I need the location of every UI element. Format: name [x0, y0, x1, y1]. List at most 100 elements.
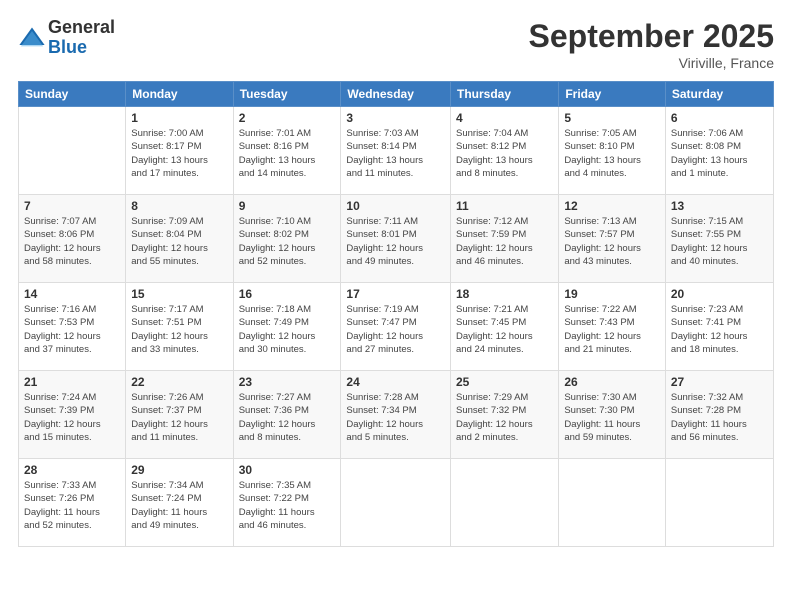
cell-w2-d0: 7Sunrise: 7:07 AM Sunset: 8:06 PM Daylig… [19, 195, 126, 283]
day-number-29: 29 [131, 463, 227, 477]
day-info-10: Sunrise: 7:11 AM Sunset: 8:01 PM Dayligh… [346, 215, 445, 268]
month-title: September 2025 [529, 18, 774, 55]
day-number-24: 24 [346, 375, 445, 389]
cell-w4-d3: 24 Sunrise: 7:28 AM Sunset: 7:34 PM Dayli… [341, 371, 451, 459]
day-info-27: Sunrise: 7:32 AM Sunset: 7:28 PM Dayligh… [671, 391, 768, 444]
location: Viriville, France [529, 55, 774, 71]
col-saturday: Saturday [665, 82, 773, 107]
day-number-20: 20 [671, 287, 768, 301]
cell-w5-d4 [451, 459, 559, 547]
day-number-22: 22 [131, 375, 227, 389]
day-info-29: Sunrise: 7:34 AM Sunset: 7:24 PM Dayligh… [131, 479, 227, 532]
cell-w5-d5 [559, 459, 666, 547]
day-info-5: Sunrise: 7:05 AM Sunset: 8:10 PM Dayligh… [564, 127, 660, 180]
cell-w4-d2: 23 Sunrise: 7:27 AM Sunset: 7:36 PM Dayli… [233, 371, 341, 459]
day-info-22: Sunrise: 7:26 AM Sunset: 7:37 PM Dayligh… [131, 391, 227, 444]
cell-w1-d6: 6 Sunrise: 7:06 AM Sunset: 8:08 PM Daylig… [665, 107, 773, 195]
day-info-19: Sunrise: 7:22 AM Sunset: 7:43 PM Dayligh… [564, 303, 660, 356]
day-number-5: 5 [564, 111, 660, 125]
day-number-26: 26 [564, 375, 660, 389]
cell-w3-d2: 16 Sunrise: 7:18 AM Sunset: 7:49 PM Dayli… [233, 283, 341, 371]
calendar-table: Sunday Monday Tuesday Wednesday Thursday… [18, 81, 774, 547]
day-info-18: Sunrise: 7:21 AM Sunset: 7:45 PM Dayligh… [456, 303, 553, 356]
page-header: General Blue September 2025 Viriville, F… [18, 18, 774, 71]
day-number-25: 25 [456, 375, 553, 389]
day-info-4: Sunrise: 7:04 AM Sunset: 8:12 PM Dayligh… [456, 127, 553, 180]
day-info-2: Sunrise: 7:01 AM Sunset: 8:16 PM Dayligh… [239, 127, 336, 180]
logo: General Blue [18, 18, 115, 58]
cell-w2-d5: 12Sunrise: 7:13 AM Sunset: 7:57 PM Dayli… [559, 195, 666, 283]
day-number-8: 8 [131, 199, 227, 213]
day-number-23: 23 [239, 375, 336, 389]
cell-w5-d6 [665, 459, 773, 547]
day-info-3: Sunrise: 7:03 AM Sunset: 8:14 PM Dayligh… [346, 127, 445, 180]
cell-w1-d4: 4 Sunrise: 7:04 AM Sunset: 8:12 PM Daylig… [451, 107, 559, 195]
day-number-30: 30 [239, 463, 336, 477]
cell-w3-d3: 17 Sunrise: 7:19 AM Sunset: 7:47 PM Dayli… [341, 283, 451, 371]
day-number-13: 13 [671, 199, 768, 213]
day-info-16: Sunrise: 7:18 AM Sunset: 7:49 PM Dayligh… [239, 303, 336, 356]
cell-w3-d5: 19Sunrise: 7:22 AM Sunset: 7:43 PM Dayli… [559, 283, 666, 371]
day-number-28: 28 [24, 463, 120, 477]
day-number-14: 14 [24, 287, 120, 301]
day-number-27: 27 [671, 375, 768, 389]
day-number-1: 1 [131, 111, 227, 125]
cell-w1-d3: 3 Sunrise: 7:03 AM Sunset: 8:14 PM Daylig… [341, 107, 451, 195]
day-number-3: 3 [346, 111, 445, 125]
title-block: September 2025 Viriville, France [529, 18, 774, 71]
logo-icon [18, 24, 46, 52]
week-row-5: 28 Sunrise: 7:33 AM Sunset: 7:26 PM Dayli… [19, 459, 774, 547]
cell-w5-d2: 30Sunrise: 7:35 AM Sunset: 7:22 PM Dayli… [233, 459, 341, 547]
col-friday: Friday [559, 82, 666, 107]
day-number-17: 17 [346, 287, 445, 301]
cell-w4-d1: 22 Sunrise: 7:26 AM Sunset: 7:37 PM Dayli… [126, 371, 233, 459]
day-info-14: Sunrise: 7:16 AM Sunset: 7:53 PM Dayligh… [24, 303, 120, 356]
cell-w5-d1: 29 Sunrise: 7:34 AM Sunset: 7:24 PM Dayli… [126, 459, 233, 547]
day-info-1: Sunrise: 7:00 AM Sunset: 8:17 PM Dayligh… [131, 127, 227, 180]
day-info-23: Sunrise: 7:27 AM Sunset: 7:36 PM Dayligh… [239, 391, 336, 444]
day-number-2: 2 [239, 111, 336, 125]
cell-w2-d3: 10 Sunrise: 7:11 AM Sunset: 8:01 PM Dayli… [341, 195, 451, 283]
cell-w2-d6: 13Sunrise: 7:15 AM Sunset: 7:55 PM Dayli… [665, 195, 773, 283]
col-thursday: Thursday [451, 82, 559, 107]
day-info-12: Sunrise: 7:13 AM Sunset: 7:57 PM Dayligh… [564, 215, 660, 268]
cell-w1-d2: 2 Sunrise: 7:01 AM Sunset: 8:16 PM Daylig… [233, 107, 341, 195]
day-number-15: 15 [131, 287, 227, 301]
day-info-9: Sunrise: 7:10 AM Sunset: 8:02 PM Dayligh… [239, 215, 336, 268]
cell-w4-d4: 25 Sunrise: 7:29 AM Sunset: 7:32 PM Dayli… [451, 371, 559, 459]
day-info-11: Sunrise: 7:12 AM Sunset: 7:59 PM Dayligh… [456, 215, 553, 268]
logo-blue-text: Blue [48, 38, 115, 58]
day-number-4: 4 [456, 111, 553, 125]
calendar-header-row: Sunday Monday Tuesday Wednesday Thursday… [19, 82, 774, 107]
day-number-11: 11 [456, 199, 553, 213]
day-info-6: Sunrise: 7:06 AM Sunset: 8:08 PM Dayligh… [671, 127, 768, 180]
cell-w2-d4: 11 Sunrise: 7:12 AM Sunset: 7:59 PM Dayli… [451, 195, 559, 283]
day-number-21: 21 [24, 375, 120, 389]
cell-w2-d1: 8 Sunrise: 7:09 AM Sunset: 8:04 PM Daylig… [126, 195, 233, 283]
day-info-8: Sunrise: 7:09 AM Sunset: 8:04 PM Dayligh… [131, 215, 227, 268]
day-info-25: Sunrise: 7:29 AM Sunset: 7:32 PM Dayligh… [456, 391, 553, 444]
day-info-17: Sunrise: 7:19 AM Sunset: 7:47 PM Dayligh… [346, 303, 445, 356]
col-tuesday: Tuesday [233, 82, 341, 107]
col-wednesday: Wednesday [341, 82, 451, 107]
day-number-18: 18 [456, 287, 553, 301]
day-number-6: 6 [671, 111, 768, 125]
cell-w3-d0: 14 Sunrise: 7:16 AM Sunset: 7:53 PM Dayli… [19, 283, 126, 371]
day-number-10: 10 [346, 199, 445, 213]
day-info-28: Sunrise: 7:33 AM Sunset: 7:26 PM Dayligh… [24, 479, 120, 532]
cell-w1-d1: 1 Sunrise: 7:00 AM Sunset: 8:17 PM Daylig… [126, 107, 233, 195]
day-info-15: Sunrise: 7:17 AM Sunset: 7:51 PM Dayligh… [131, 303, 227, 356]
col-monday: Monday [126, 82, 233, 107]
day-info-24: Sunrise: 7:28 AM Sunset: 7:34 PM Dayligh… [346, 391, 445, 444]
logo-general-text: General [48, 18, 115, 38]
cell-w4-d0: 21Sunrise: 7:24 AM Sunset: 7:39 PM Dayli… [19, 371, 126, 459]
day-number-16: 16 [239, 287, 336, 301]
cell-w5-d3 [341, 459, 451, 547]
week-row-2: 7Sunrise: 7:07 AM Sunset: 8:06 PM Daylig… [19, 195, 774, 283]
cell-w1-d0 [19, 107, 126, 195]
cell-w2-d2: 9Sunrise: 7:10 AM Sunset: 8:02 PM Daylig… [233, 195, 341, 283]
day-info-7: Sunrise: 7:07 AM Sunset: 8:06 PM Dayligh… [24, 215, 120, 268]
cell-w3-d1: 15 Sunrise: 7:17 AM Sunset: 7:51 PM Dayli… [126, 283, 233, 371]
cell-w4-d6: 27 Sunrise: 7:32 AM Sunset: 7:28 PM Dayli… [665, 371, 773, 459]
col-sunday: Sunday [19, 82, 126, 107]
